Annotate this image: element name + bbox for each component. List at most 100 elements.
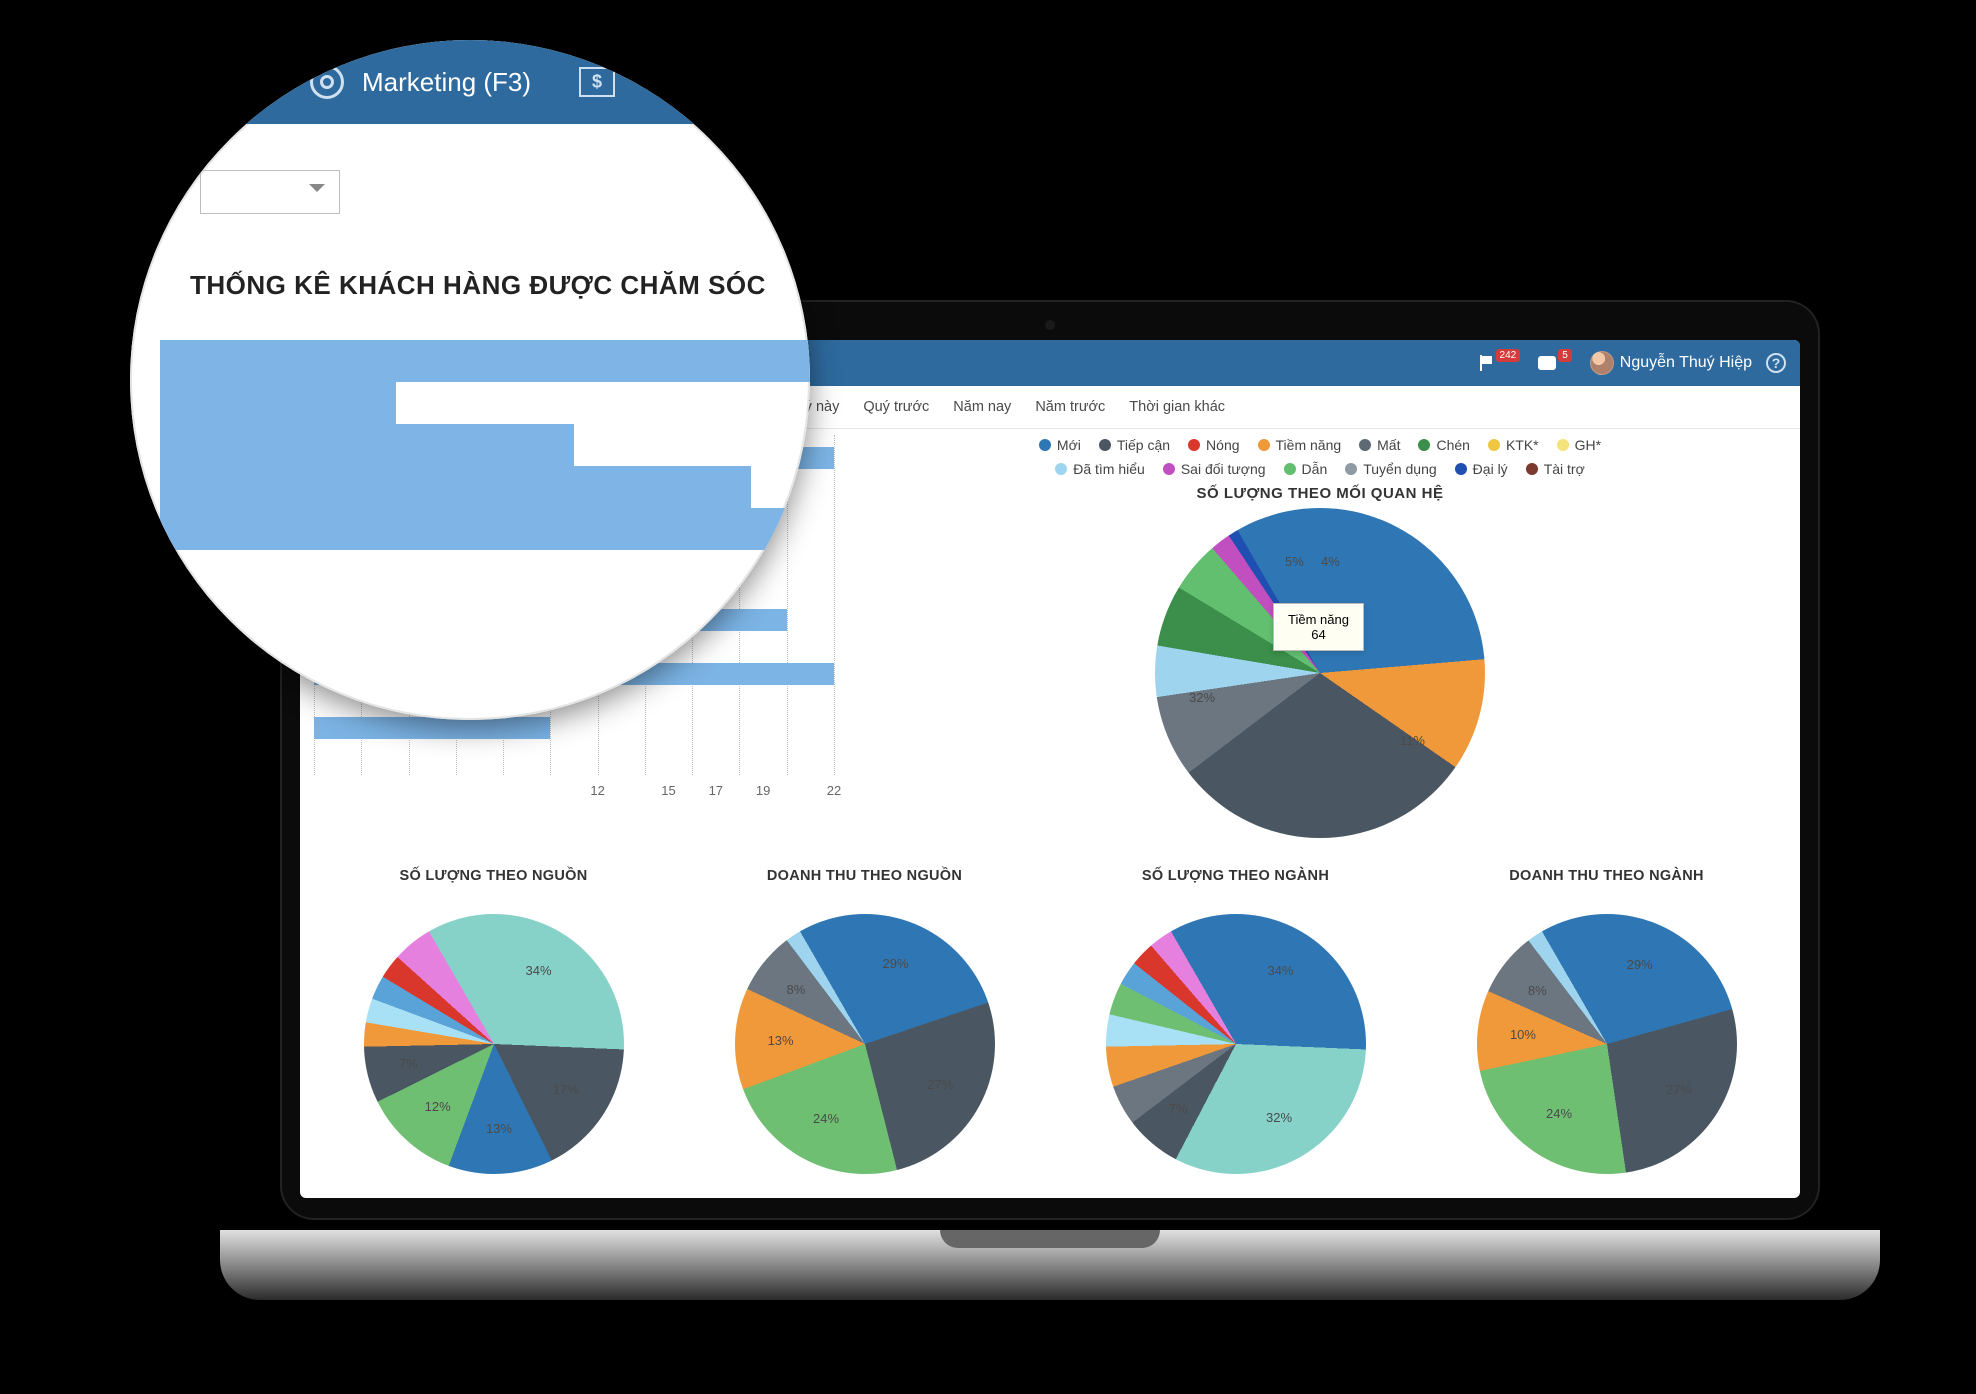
messages-button[interactable]: 5 xyxy=(1538,356,1576,370)
legend-swatch xyxy=(1345,463,1357,475)
bar xyxy=(160,508,810,550)
legend-label: Chén xyxy=(1436,437,1469,453)
pie-pct-label: 13% xyxy=(486,1121,512,1136)
x-tick: 19 xyxy=(756,783,770,798)
pie-label-5: 5% xyxy=(1285,554,1304,569)
help-button[interactable]: ? xyxy=(1766,353,1786,373)
legend-item[interactable]: Tiếp cận xyxy=(1099,437,1170,453)
magnifier-bars xyxy=(160,340,810,720)
small-pie-chart[interactable]: 29%27%24%10%8% xyxy=(1477,914,1737,1174)
legend-swatch xyxy=(1258,439,1270,451)
relationship-pie-chart[interactable]: 32% 5% 11% 4% Tiềm năng 64 xyxy=(1155,508,1485,838)
small-pie-chart[interactable]: 29% 27% 24% 13% 8% xyxy=(735,914,995,1174)
pie-pct-label: 24% xyxy=(813,1111,839,1126)
legend-label: Tài trợ xyxy=(1544,461,1585,477)
notifications-badge: 242 xyxy=(1496,349,1521,362)
legend-label: Mất xyxy=(1377,437,1400,453)
x-tick: 12 xyxy=(590,783,604,798)
filter-7[interactable]: Năm nay xyxy=(945,396,1019,418)
legend-item[interactable]: Đã tìm hiểu xyxy=(1055,461,1145,477)
legend-label: Nóng xyxy=(1206,437,1239,453)
avatar xyxy=(1590,351,1614,375)
pie-label-32: 32% xyxy=(1189,690,1215,705)
filter-9[interactable]: Thời gian khác xyxy=(1121,396,1233,418)
legend-swatch xyxy=(1526,463,1538,475)
dropdown-select[interactable] xyxy=(200,170,340,214)
legend-item[interactable]: Tài trợ xyxy=(1526,461,1585,477)
small-pie-col: DOANH THU THEO NGÀNH29%27%24%10%8% xyxy=(1433,868,1780,1198)
magnifier-overlay: Marketing (F3) THỐNG KÊ KHÁCH HÀNG ĐƯỢC … xyxy=(130,40,810,720)
bar xyxy=(160,340,810,382)
target-icon xyxy=(310,65,344,99)
legend-item[interactable]: Tiềm năng xyxy=(1258,437,1342,453)
legend-item[interactable]: Đại lý xyxy=(1455,461,1508,477)
small-pie-chart[interactable]: 34%32%7% xyxy=(1106,914,1366,1174)
legend-item[interactable]: Dẫn xyxy=(1284,461,1328,477)
x-tick: 15 xyxy=(661,783,675,798)
legend-swatch xyxy=(1418,439,1430,451)
legend-item[interactable]: Chén xyxy=(1418,437,1469,453)
pie-pct-label: 10% xyxy=(1510,1027,1536,1042)
tooltip-label: Tiềm năng xyxy=(1288,612,1349,627)
legend-item[interactable]: GH* xyxy=(1557,437,1601,453)
bar xyxy=(160,424,574,466)
legend-item[interactable]: Mới xyxy=(1039,437,1081,453)
nav-marketing-label[interactable]: Marketing (F3) xyxy=(362,67,531,98)
legend-label: Đã tìm hiểu xyxy=(1073,461,1145,477)
pie-pct-label: 8% xyxy=(786,982,805,997)
chevron-down-icon xyxy=(309,184,325,200)
legend-swatch xyxy=(1284,463,1296,475)
pie-label-4: 4% xyxy=(1321,554,1340,569)
bar[interactable] xyxy=(314,717,550,739)
legend-swatch xyxy=(1055,463,1067,475)
pie-pct-label: 27% xyxy=(927,1077,953,1092)
legend-label: Dẫn xyxy=(1302,461,1328,477)
legend-label: KTK* xyxy=(1506,437,1539,453)
legend-label: Mới xyxy=(1057,437,1081,453)
legend-swatch xyxy=(1188,439,1200,451)
pie-pct-label: 34% xyxy=(526,963,552,978)
notifications-button[interactable]: 242 xyxy=(1478,355,1525,371)
legend-swatch xyxy=(1455,463,1467,475)
flag-icon xyxy=(1478,355,1494,371)
pie-pct-label: 32% xyxy=(1266,1110,1292,1125)
legend-label: Sai đối tượng xyxy=(1181,461,1266,477)
legend-item[interactable]: Mất xyxy=(1359,437,1400,453)
bar xyxy=(160,382,396,424)
small-pie-col: DOANH THU THEO NGUỒN 29% 27% 24% 13% 8% xyxy=(691,868,1038,1198)
big-pie-section: SỐ LƯỢNG THEO MỐI QUAN HỆ 32% 5% 11% 4% … xyxy=(854,485,1786,838)
legend-item[interactable]: Nóng xyxy=(1188,437,1239,453)
legend-label: Tiếp cận xyxy=(1117,437,1170,453)
pie-pct-label: 34% xyxy=(1268,963,1294,978)
pie-pct-label: 12% xyxy=(425,1099,451,1114)
invoice-icon[interactable] xyxy=(579,67,615,97)
pie-pct-label: 8% xyxy=(1528,983,1547,998)
legend-swatch xyxy=(1163,463,1175,475)
legend-item[interactable]: KTK* xyxy=(1488,437,1539,453)
small-pie-title: DOANH THU THEO NGUỒN xyxy=(691,868,1038,884)
small-pie-col: SỐ LƯỢNG THEO NGUỒN34%17%13%12%7% xyxy=(320,868,667,1198)
legend-item[interactable]: Tuyển dụng xyxy=(1345,461,1436,477)
pie-pct-label: 24% xyxy=(1546,1106,1572,1121)
legend-item[interactable]: Sai đối tượng xyxy=(1163,461,1266,477)
small-pie-title: SỐ LƯỢNG THEO NGUỒN xyxy=(320,868,667,884)
legend-swatch xyxy=(1099,439,1111,451)
user-menu[interactable]: Nguyễn Thuý Hiệp xyxy=(1590,351,1752,375)
legend-swatch xyxy=(1557,439,1569,451)
small-pie-title: DOANH THU THEO NGÀNH xyxy=(1433,868,1780,884)
tooltip-value: 64 xyxy=(1288,627,1349,642)
pie-tooltip: Tiềm năng 64 xyxy=(1273,603,1364,651)
messages-badge: 5 xyxy=(1558,349,1572,362)
pie-label-11: 11% xyxy=(1400,733,1425,748)
filter-6[interactable]: Quý trước xyxy=(855,396,937,418)
pie-pct-label: 29% xyxy=(883,956,909,971)
small-pie-col: SỐ LƯỢNG THEO NGÀNH34%32%7% xyxy=(1062,868,1409,1198)
filter-8[interactable]: Năm trước xyxy=(1027,396,1113,418)
small-pie-title: SỐ LƯỢNG THEO NGÀNH xyxy=(1062,868,1409,884)
x-tick: 17 xyxy=(709,783,723,798)
pie-pct-label: 13% xyxy=(768,1033,794,1048)
legend-label: Đại lý xyxy=(1473,461,1508,477)
legend-swatch xyxy=(1039,439,1051,451)
pie-pct-label: 29% xyxy=(1627,957,1653,972)
small-pie-chart[interactable]: 34%17%13%12%7% xyxy=(364,914,624,1174)
